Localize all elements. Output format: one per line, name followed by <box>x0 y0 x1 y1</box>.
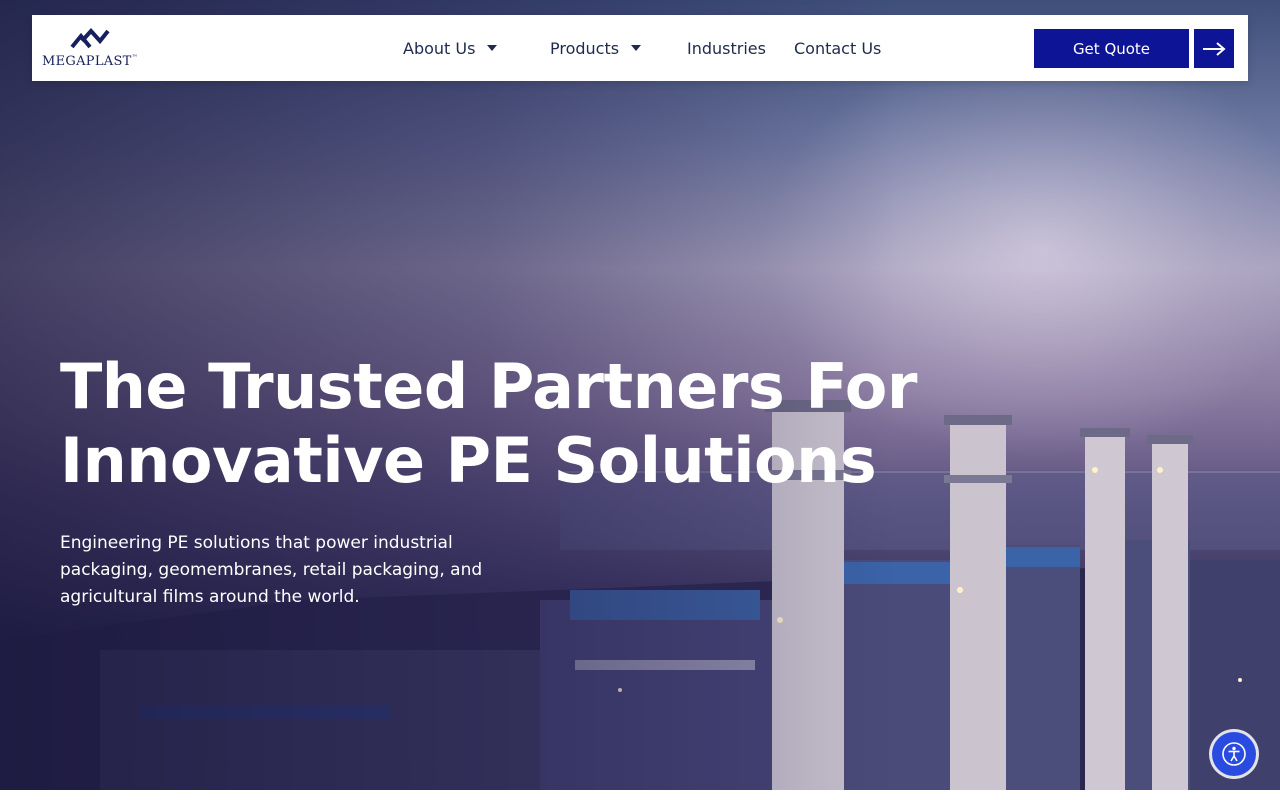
arrow-right-icon <box>1203 41 1226 56</box>
megaplast-logo-mark <box>70 28 110 49</box>
brand-name: MEGAPLAST™ <box>42 54 138 69</box>
megaplast-logo[interactable]: MEGAPLAST™ <box>42 27 152 73</box>
get-quote-button[interactable]: Get Quote <box>1034 29 1189 68</box>
nav-products-label: Products <box>550 38 620 58</box>
chevron-down-icon <box>487 45 498 51</box>
hero-subtext: Engineering PE solutions that power indu… <box>60 533 483 607</box>
hero-headline-line-1: The Trusted Partners For <box>60 350 917 423</box>
hero-headline: The Trusted Partners For Innovative PE S… <box>60 350 960 498</box>
hero-headline-line-2: Innovative PE Solutions <box>60 424 877 497</box>
chevron-down-icon <box>631 45 642 51</box>
accessibility-icon <box>1222 742 1246 766</box>
nav-industries[interactable]: Industries <box>687 37 766 59</box>
nav-contact-us[interactable]: Contact Us <box>794 37 881 59</box>
top-navbar: MEGAPLAST™ About Us Products Industries … <box>32 15 1248 81</box>
nav-contact-us-label: Contact Us <box>794 38 882 58</box>
nav-about-us[interactable]: About Us <box>403 37 498 59</box>
nav-industries-label: Industries <box>687 38 766 58</box>
nav-products[interactable]: Products <box>550 37 642 59</box>
nav-about-us-label: About Us <box>403 38 476 58</box>
accessibility-button[interactable] <box>1212 732 1256 776</box>
get-quote-arrow-button[interactable] <box>1194 29 1234 68</box>
